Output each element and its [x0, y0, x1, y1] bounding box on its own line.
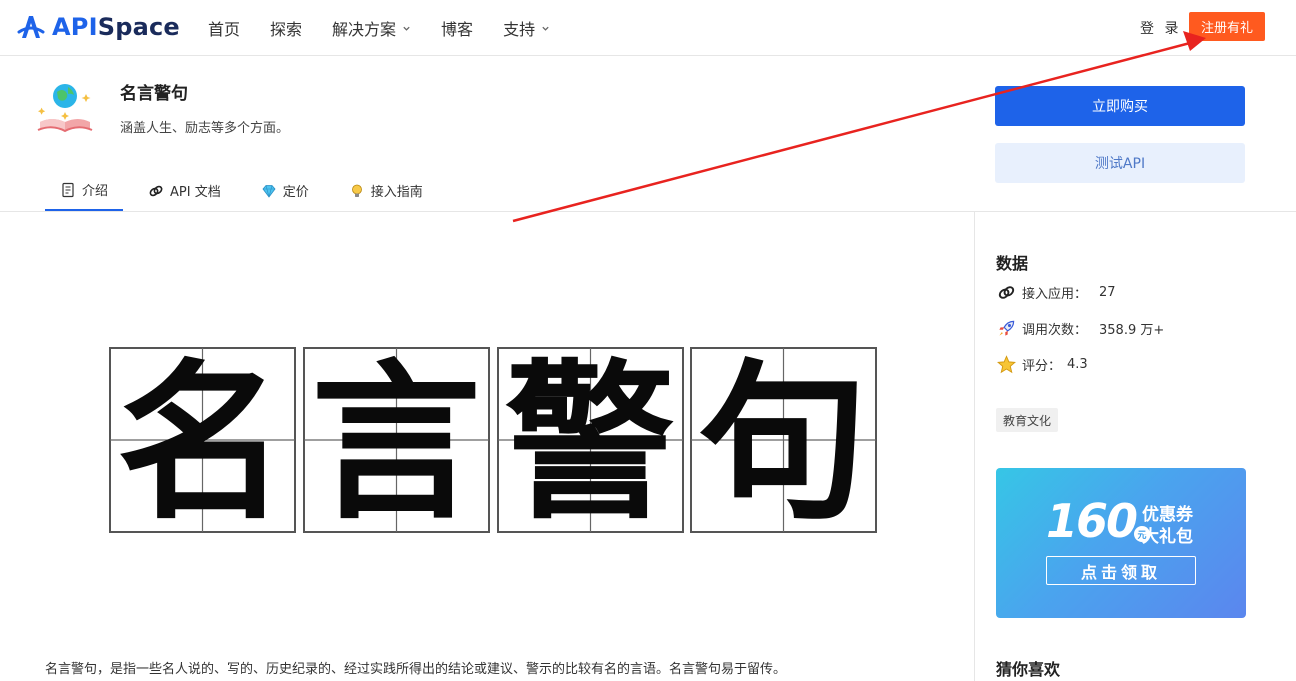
- calligraphy-char-2: 言: [311, 346, 481, 534]
- top-navbar: APISpace 首页 探索 解决方案 博客 支持 登 录 注册有礼: [0, 0, 1296, 56]
- tab-intro[interactable]: 介绍: [45, 170, 124, 211]
- login-button[interactable]: 登 录: [1140, 18, 1181, 38]
- chevron-down-icon: [403, 26, 410, 31]
- rocket-icon: [999, 320, 1015, 336]
- product-subtitle: 涵盖人生、励志等多个方面。: [120, 121, 290, 136]
- tab-pricing[interactable]: 定价: [246, 170, 324, 211]
- stat-call-count: 调用次数： 358.9 万+: [997, 319, 1164, 338]
- recommend-section-title: 猜你喜欢: [996, 660, 1061, 679]
- test-api-button[interactable]: 测试API: [995, 143, 1245, 183]
- calligraphy-banner-image: 名 言 警 句: [109, 346, 877, 534]
- star-icon: [997, 355, 1016, 374]
- nav-solutions[interactable]: 解决方案: [332, 16, 411, 40]
- apispace-logo[interactable]: APISpace: [16, 10, 180, 44]
- stat-connected-apps: 接入应用： 27: [997, 283, 1116, 302]
- calligraphy-char-3: 警: [505, 346, 675, 534]
- promo-line2: 大礼包: [1142, 527, 1193, 547]
- nav-home[interactable]: 首页: [208, 16, 240, 40]
- category-tag[interactable]: 教育文化: [996, 408, 1059, 432]
- link-chain-icon: [149, 185, 163, 196]
- lightbulb-icon: [351, 184, 362, 197]
- product-header: 名言警句 涵盖人生、励志等多个方面。 介绍 API 文档 定价 接入指南 立即购…: [0, 57, 1296, 212]
- main-nav: 首页 探索 解决方案 博客 支持: [208, 0, 580, 56]
- main-content: 名 言 警 句 名言警句，是指一些名人说的、写的、历史纪录的、经过实践所得出的结…: [0, 212, 975, 681]
- nav-support[interactable]: 支持: [503, 16, 550, 40]
- product-title: 名言警句: [120, 84, 188, 104]
- data-section-title: 数据: [996, 254, 1029, 273]
- promo-claim-button[interactable]: 点击领取: [1046, 556, 1196, 585]
- register-button[interactable]: 注册有礼: [1189, 12, 1265, 41]
- logo-wordmark: APISpace: [52, 13, 180, 41]
- tab-guide[interactable]: 接入指南: [334, 170, 438, 211]
- sidebar: 数据 接入应用： 27 调用次数： 358.9 万+ 评分： 4.3 教育文化 160…: [976, 212, 1296, 681]
- document-icon: [62, 182, 74, 197]
- diamond-icon: [262, 184, 276, 198]
- nav-blog[interactable]: 博客: [441, 16, 473, 40]
- product-description: 名言警句，是指一些名人说的、写的、历史纪录的、经过实践所得出的结论或建议、警示的…: [45, 662, 787, 677]
- promo-amount: 160: [1046, 494, 1138, 548]
- logo-icon: [17, 16, 45, 38]
- calligraphy-char-1: 名: [117, 346, 287, 534]
- nav-explore[interactable]: 探索: [270, 16, 302, 40]
- stat-rating: 评分： 4.3: [997, 355, 1088, 374]
- product-tabs: 介绍 API 文档 定价 接入指南: [45, 170, 448, 211]
- chevron-down-icon: [542, 26, 549, 31]
- product-book-globe-icon: [37, 84, 93, 133]
- coupon-promo-banner[interactable]: 160 元 优惠券 大礼包 点击领取: [996, 468, 1246, 618]
- calligraphy-char-4: 句: [698, 346, 868, 534]
- buy-now-button[interactable]: 立即购买: [995, 86, 1245, 126]
- link-chain-icon: [998, 286, 1015, 299]
- tab-api-docs[interactable]: API 文档: [133, 170, 236, 211]
